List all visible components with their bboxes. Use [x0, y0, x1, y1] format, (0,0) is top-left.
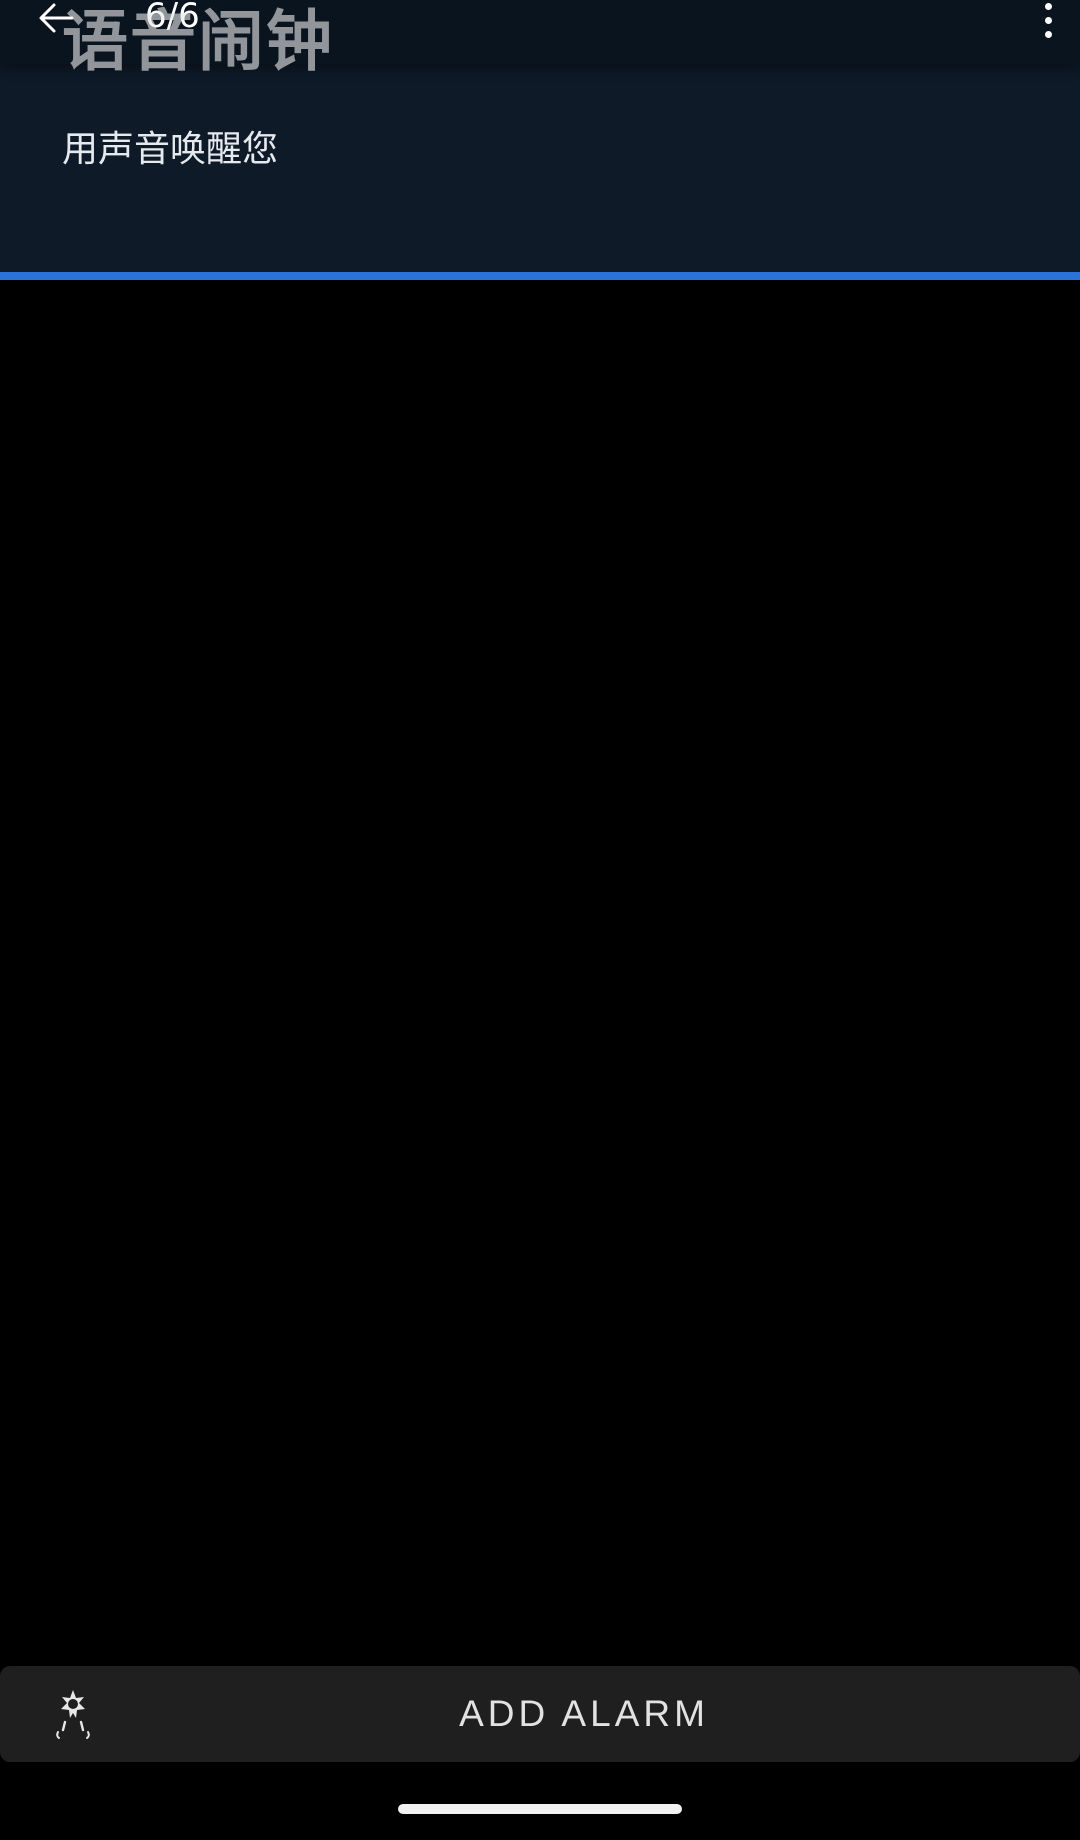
page-subtitle: 用声音唤醒您: [62, 129, 279, 170]
add-alarm-button[interactable]: ADD ALARM: [0, 1666, 1080, 1762]
screen: 6/6 语音闹钟 用声音唤醒您 ADD ALARM: [0, 0, 1080, 1840]
page-title: 语音闹钟: [62, 3, 334, 80]
add-alarm-label: ADD ALARM: [459, 1693, 709, 1734]
onboarding-progress-bar: [0, 272, 1080, 280]
onboarding-header: 6/6 语音闹钟 用声音唤醒您: [0, 0, 1080, 272]
home-indicator[interactable]: [398, 1804, 682, 1814]
more-vert-icon: [1044, 2, 1052, 10]
progress-fill: [0, 272, 1080, 280]
alarm-list-area: [0, 280, 1080, 1666]
more-options-button[interactable]: [1034, 0, 1062, 40]
